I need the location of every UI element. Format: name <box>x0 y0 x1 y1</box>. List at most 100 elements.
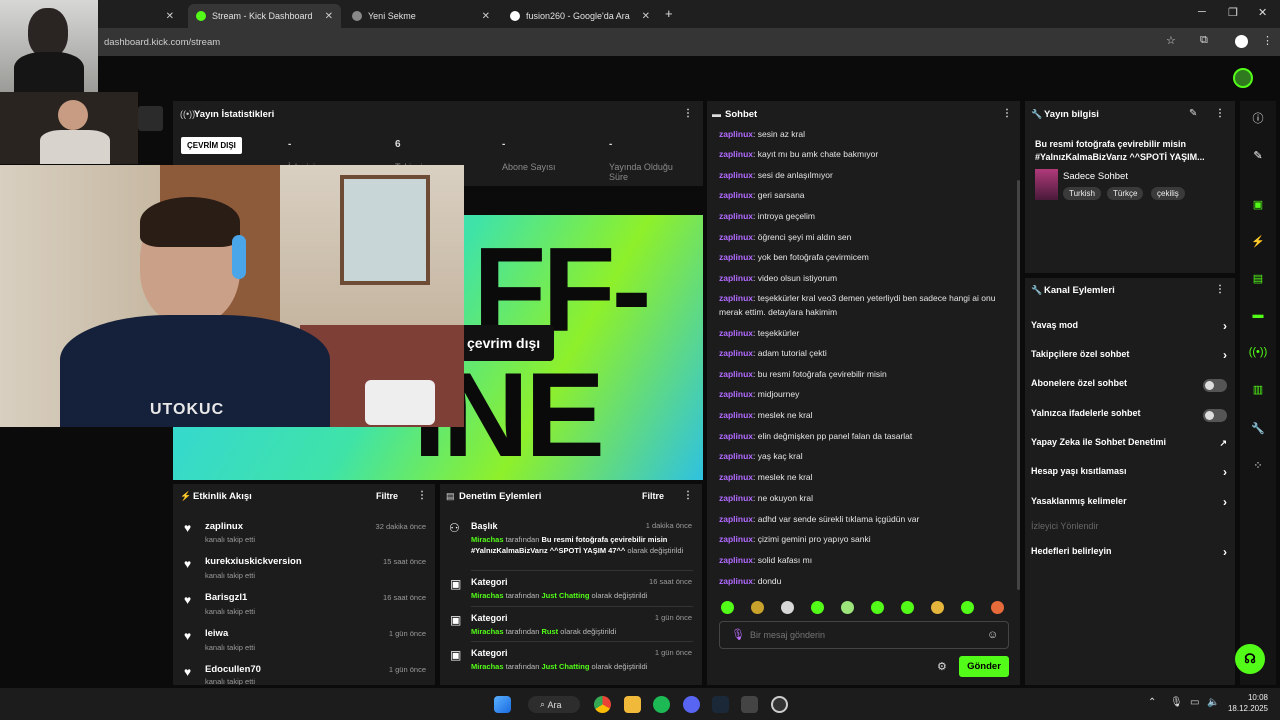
taskbar-search[interactable]: ⌕ Ara <box>528 696 580 713</box>
activity-time: 1 gün önce <box>388 665 426 674</box>
volume-icon[interactable]: 🔈 <box>1207 697 1219 708</box>
tab-kick-dashboard[interactable]: Stream - Kick Dashboard ✕ <box>188 4 341 28</box>
profile-avatar[interactable] <box>1235 35 1248 48</box>
broadcast-icon: ((•)) <box>180 109 196 119</box>
emote-icon[interactable] <box>991 601 1004 614</box>
clock-time[interactable]: 10:08 <box>1228 693 1268 702</box>
extensions-icon[interactable]: ⧉ <box>1200 34 1208 47</box>
toggle-switch[interactable] <box>1203 379 1227 392</box>
browser-menu-icon[interactable]: ⋮ <box>1262 34 1273 47</box>
chat-scrollbar[interactable] <box>1017 180 1020 590</box>
tag[interactable]: Turkish <box>1063 187 1101 200</box>
close-icon[interactable]: ✕ <box>325 11 333 22</box>
channel-actions-menu-icon[interactable]: ⋮ <box>1215 284 1225 295</box>
tab-new-tab[interactable]: Yeni Sekme ✕ <box>344 4 498 28</box>
bolt-icon[interactable]: ⚡ <box>1246 229 1270 253</box>
tray-chevron-icon[interactable]: ⌃ <box>1148 697 1156 708</box>
activity-filter-button[interactable]: Filtre <box>376 491 398 501</box>
clipboard-icon[interactable]: ▤ <box>1246 266 1270 290</box>
stream-info-menu-icon[interactable]: ⋮ <box>1215 108 1225 119</box>
maximize-icon[interactable]: ❐ <box>1228 6 1238 19</box>
stats-menu-icon[interactable]: ⋮ <box>683 108 693 119</box>
discord-icon[interactable] <box>683 696 700 713</box>
emote-icon[interactable] <box>931 601 944 614</box>
emote-icon[interactable] <box>901 601 914 614</box>
app-icon[interactable] <box>741 696 758 713</box>
close-icon[interactable]: ✕ <box>482 11 490 22</box>
microphone-tray-icon[interactable]: 🎙 <box>1170 697 1183 708</box>
webcam-main: UTOKUC <box>0 165 464 427</box>
apps-icon[interactable]: ⁘ <box>1246 453 1270 477</box>
emote-icon[interactable] <box>781 601 794 614</box>
mod-item-title: Kategori <box>471 613 508 623</box>
emote-icon[interactable] <box>811 601 824 614</box>
pencil-icon[interactable]: ✎ <box>1246 143 1270 167</box>
toggle-switch[interactable] <box>1203 409 1227 422</box>
mod-item-time: 1 gün önce <box>654 613 692 622</box>
activity-name: kurekxiuskickversion <box>205 556 302 567</box>
moderation-filter-button[interactable]: Filtre <box>642 491 664 501</box>
channel-action-emotes-only[interactable]: Yalnızca ifadelerle sohbet <box>1031 408 1227 422</box>
activity-menu-icon[interactable]: ⋮ <box>417 490 427 501</box>
emote-icon[interactable] <box>751 601 764 614</box>
network-icon[interactable]: ▭ <box>1190 697 1199 708</box>
chrome-icon[interactable] <box>594 696 611 713</box>
tag[interactable]: çekiliş <box>1151 187 1185 200</box>
moderation-menu-icon[interactable]: ⋮ <box>683 490 693 501</box>
url-field[interactable]: dashboard.kick.com/stream <box>104 37 220 48</box>
channel-action-followers-only[interactable]: Takipçilere özel sohbet › <box>1031 348 1227 363</box>
pencil-icon[interactable]: ✎ <box>1189 108 1197 119</box>
spotify-icon[interactable] <box>653 696 670 713</box>
clock-date[interactable]: 18.12.2025 <box>1222 704 1268 713</box>
emote-icon[interactable] <box>961 601 974 614</box>
chat-message: zaplinux: adhd var sende sürekli tıklama… <box>719 514 920 524</box>
mod-item-time: 1 dakika önce <box>645 521 692 530</box>
emoji-icon[interactable]: ☺ <box>987 629 998 641</box>
obs-icon[interactable] <box>771 696 788 713</box>
windows-start-icon[interactable] <box>494 696 511 713</box>
close-icon[interactable]: ✕ <box>166 11 174 22</box>
broadcast-icon[interactable]: ((•)) <box>1246 340 1270 364</box>
channel-action-goals[interactable]: Hedefleri belirleyin › <box>1031 545 1227 560</box>
channel-action-slow-mode[interactable]: Yavaş mod › <box>1031 319 1227 334</box>
emote-icon[interactable] <box>871 601 884 614</box>
gear-icon[interactable]: ⚙ <box>937 660 947 673</box>
channel-action-banned-words[interactable]: Yasaklanmış kelimeler › <box>1031 495 1227 510</box>
support-headset-icon[interactable]: ☊ <box>1235 644 1265 674</box>
chat-input[interactable] <box>750 627 970 643</box>
microphone-icon[interactable]: 🎙 <box>731 628 745 641</box>
jersey-text: UTOKUC <box>150 401 225 418</box>
layout-icon[interactable]: ▥ <box>1246 377 1270 401</box>
steam-icon[interactable] <box>712 696 729 713</box>
channel-action-ai-moderation[interactable]: Yapay Zeka ile Sohbet Denetimi ↗ <box>1031 437 1227 451</box>
file-explorer-icon[interactable] <box>624 696 641 713</box>
bookmark-star-icon[interactable]: ☆ <box>1166 34 1176 47</box>
emote-icon[interactable] <box>841 601 854 614</box>
heart-icon: ♥ <box>184 521 192 535</box>
new-tab-icon[interactable]: + <box>665 6 673 21</box>
tab-google-search[interactable]: fusion260 - Google'da Ara ✕ <box>502 4 658 28</box>
info-icon[interactable]: ⓘ <box>1246 106 1270 130</box>
user-avatar[interactable] <box>1233 68 1253 88</box>
chat-message: zaplinux: midjourney <box>719 389 800 399</box>
minimize-icon[interactable]: ─ <box>1198 6 1206 18</box>
person-head <box>58 100 88 130</box>
window-close-icon[interactable]: ✕ <box>1258 6 1267 19</box>
air-purifier <box>365 380 435 425</box>
capture-icon[interactable]: ▣ <box>1246 192 1270 216</box>
chat-title: Sohbet <box>725 109 758 120</box>
tag[interactable]: Türkçe <box>1107 187 1144 200</box>
document-icon: ▤ <box>446 491 455 501</box>
channel-action-account-age[interactable]: Hesap yaşı kısıtlaması › <box>1031 465 1227 480</box>
activity-name: Edocullen70 <box>205 664 261 675</box>
emote-icon[interactable] <box>721 601 734 614</box>
close-icon[interactable]: ✕ <box>642 11 650 22</box>
wrench-icon[interactable]: 🔧 <box>1246 416 1270 440</box>
chat-bubble-icon[interactable]: ▬ <box>1246 303 1270 327</box>
chat-menu-icon[interactable]: ⋮ <box>1002 108 1012 119</box>
send-button[interactable]: Gönder <box>959 656 1009 677</box>
stream-title: Bu resmi fotoğrafa çevirebilir misin #Ya… <box>1035 139 1205 162</box>
activity-sub: kanalı takip etti <box>205 607 256 616</box>
globe-icon <box>352 11 362 21</box>
channel-action-subscribers-only[interactable]: Abonelere özel sohbet <box>1031 378 1227 392</box>
